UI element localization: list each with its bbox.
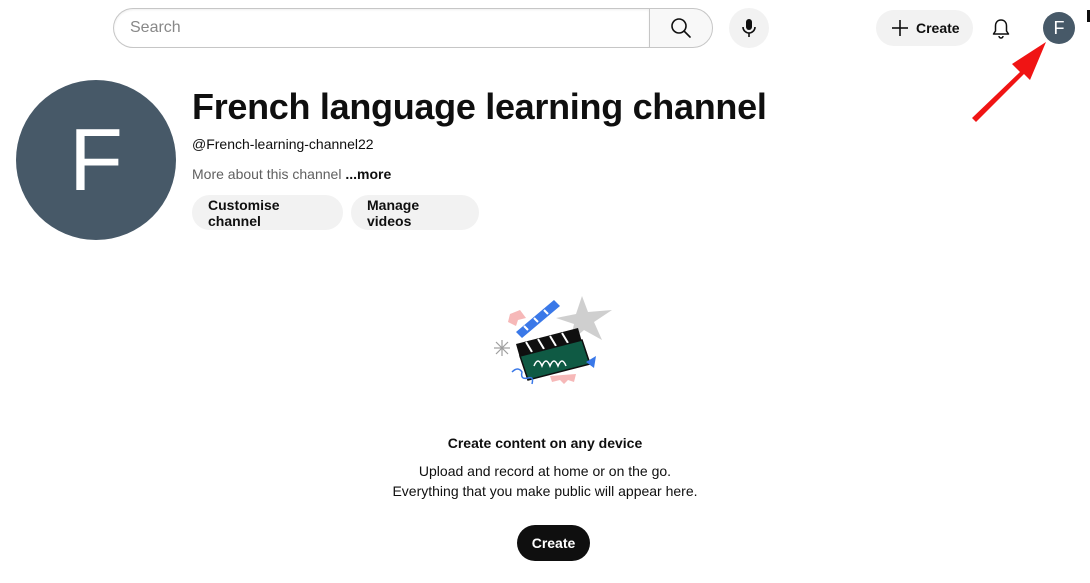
channel-title: French language learning channel (192, 86, 767, 127)
channel-avatar-initial: F (69, 110, 123, 209)
create-content-button[interactable]: Create (517, 525, 590, 561)
search-button[interactable] (649, 8, 713, 48)
microphone-icon (742, 19, 756, 37)
channel-about[interactable]: More about this channel ...more (192, 166, 391, 182)
more-link[interactable]: ...more (345, 166, 391, 182)
search-icon (671, 18, 691, 38)
search-input[interactable] (113, 8, 649, 48)
channel-page: Create F F French language learning chan… (0, 0, 1090, 583)
clapperboard-illustration (494, 296, 612, 385)
channel-about-text: More about this channel (192, 166, 342, 182)
channel-avatar: F (16, 80, 176, 240)
empty-state-line-2: Everything that you make public will app… (392, 483, 698, 499)
voice-search-button[interactable] (729, 8, 769, 48)
manage-videos-button[interactable]: Manage videos (351, 195, 479, 230)
customise-channel-button[interactable]: Customise channel (192, 195, 343, 230)
empty-state-title: Create content on any device (447, 435, 643, 451)
plus-icon (888, 16, 912, 40)
account-avatar-initial: F (1053, 17, 1065, 38)
channel-handle: @French-learning-channel22 (192, 136, 374, 152)
create-button-label: Create (916, 20, 960, 36)
empty-state-line-1: Upload and record at home or on the go. (418, 463, 672, 479)
red-arrow-annotation (972, 42, 1046, 122)
search-bar (113, 8, 713, 48)
create-button[interactable]: Create (876, 10, 973, 46)
